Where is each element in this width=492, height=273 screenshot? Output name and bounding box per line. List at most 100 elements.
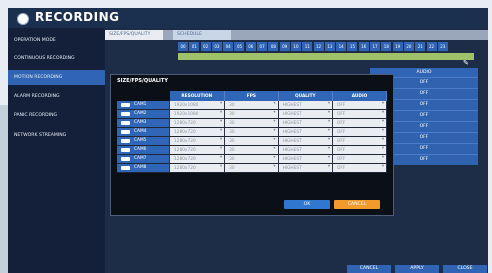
camera-cell: CAM6 <box>117 145 170 155</box>
resolution-select[interactable]: 1920x1080 ▾ <box>169 109 226 119</box>
chevron-down-icon: ▾ <box>273 164 276 169</box>
quality-select[interactable]: HIGHEST ▾ <box>278 136 334 146</box>
quality-select[interactable]: HIGHEST ▾ <box>278 101 334 110</box>
tab-schedule[interactable]: SCHEDULE <box>173 30 231 40</box>
sidebar-item-continuous-recording[interactable]: CONTINUOUS RECORDING <box>8 51 105 66</box>
fps-select[interactable]: 30 ▾ <box>224 109 279 119</box>
resolution-select[interactable]: 1920x1080 ▾ <box>169 101 226 110</box>
camera-cell: CAM4 <box>117 127 170 137</box>
audio-select[interactable]: OFF ▾ <box>332 101 387 110</box>
resolution-select[interactable]: 1280x720 ▾ <box>169 145 226 155</box>
channel-number[interactable]: 10 <box>290 42 301 51</box>
tab-size-fps-quality[interactable]: SIZE/FPS/QUALITY <box>105 30 163 40</box>
camera-icon <box>121 147 130 152</box>
channel-number[interactable]: 17 <box>370 42 381 51</box>
fps-select[interactable]: 30 ▾ <box>224 154 279 164</box>
audio-select[interactable]: OFF ▾ <box>332 163 387 173</box>
quality-select[interactable]: HIGHEST ▾ <box>278 109 334 119</box>
quality-select[interactable]: HIGHEST ▾ <box>278 127 334 137</box>
audio-value: OFF <box>337 129 346 135</box>
sidebar-item-network-streaming[interactable]: NETWORK STREAMING <box>8 128 105 143</box>
fps-header: FPS <box>224 91 279 101</box>
table-row: CAM6 1280x720 ▾ 30 ▾ HIGHEST ▾ OFF ▾ <box>117 145 387 155</box>
fps-select[interactable]: 30 ▾ <box>224 127 279 137</box>
resolution-value: 1280x720 <box>174 165 196 171</box>
fps-select[interactable]: 30 ▾ <box>224 118 279 128</box>
dialog-title: SIZE/FPS/QUALITY <box>117 78 168 84</box>
channel-number[interactable]: 20 <box>403 42 414 51</box>
sidebar-item-operation-mode[interactable]: OPERATION MODE <box>8 33 105 48</box>
channel-number[interactable]: 18 <box>381 42 392 51</box>
camera-label: CAM6 <box>134 147 147 152</box>
channel-number[interactable]: 09 <box>279 42 290 51</box>
resolution-select[interactable]: 1280x720 ▾ <box>169 118 226 128</box>
sidebar: OPERATION MODE CONTINUOUS RECORDING MOTI… <box>8 28 105 273</box>
channel-number[interactable]: 21 <box>415 42 426 51</box>
channel-number[interactable]: 13 <box>324 42 335 51</box>
audio-value: OFF <box>337 165 346 171</box>
channel-number[interactable]: 00 <box>178 42 188 51</box>
channel-number[interactable]: 22 <box>426 42 437 51</box>
audio-value: OFF <box>337 156 346 162</box>
channel-number[interactable]: 03 <box>211 42 222 51</box>
fps-value: 30 <box>229 111 235 117</box>
table-row: CAM3 1280x720 ▾ 30 ▾ HIGHEST ▾ OFF ▾ <box>117 118 387 128</box>
sidebar-item-panic-recording[interactable]: PANIC RECORDING <box>8 108 105 123</box>
fps-select[interactable]: 30 ▾ <box>224 136 279 146</box>
channel-number[interactable]: 08 <box>268 42 279 51</box>
ok-button[interactable]: OK <box>284 200 330 209</box>
audio-select[interactable]: OFF ▾ <box>332 136 387 146</box>
fps-select[interactable]: 30 ▾ <box>224 163 279 173</box>
channel-number[interactable]: 02 <box>200 42 211 51</box>
page-title: RECORDING <box>35 10 120 24</box>
channel-number[interactable]: 07 <box>257 42 268 51</box>
channel-number[interactable]: 11 <box>302 42 313 51</box>
channel-number[interactable]: 12 <box>313 42 324 51</box>
resolution-select[interactable]: 1280x720 ▾ <box>169 154 226 164</box>
quality-select[interactable]: HIGHEST ▾ <box>278 163 334 173</box>
audio-select[interactable]: OFF ▾ <box>332 118 387 128</box>
quality-value: HIGHEST <box>282 156 302 162</box>
fps-value: 30 <box>229 129 235 135</box>
channel-number[interactable]: 16 <box>358 42 369 51</box>
footer-close-button[interactable]: CLOSE <box>443 265 487 273</box>
channel-number[interactable]: 01 <box>189 42 200 51</box>
audio-value: OFF <box>337 111 346 117</box>
fps-select[interactable]: 30 ▾ <box>224 145 279 155</box>
chevron-down-icon: ▾ <box>381 128 384 133</box>
sidebar-item-motion-recording[interactable]: MOTION RECORDING <box>8 70 105 85</box>
footer-apply-button[interactable]: APPLY <box>395 265 439 273</box>
resolution-value: 1280x720 <box>174 129 196 135</box>
chevron-down-icon: ▾ <box>327 164 330 169</box>
quality-select[interactable]: HIGHEST ▾ <box>278 154 334 164</box>
channel-number[interactable]: 23 <box>437 42 448 51</box>
channel-number[interactable]: 15 <box>347 42 358 51</box>
channel-number[interactable]: 14 <box>336 42 347 51</box>
schedule-bar[interactable] <box>178 53 474 60</box>
quality-select[interactable]: HIGHEST ▾ <box>278 118 334 128</box>
quality-select[interactable]: HIGHEST ▾ <box>278 145 334 155</box>
edit-icon[interactable]: ✎ <box>463 59 472 68</box>
resolution-select[interactable]: 1280x720 ▾ <box>169 136 226 146</box>
resolution-select[interactable]: 1280x720 ▾ <box>169 163 226 173</box>
channel-number[interactable]: 04 <box>223 42 234 51</box>
resolution-value: 1280x720 <box>174 156 196 162</box>
chevron-down-icon: ▾ <box>219 155 223 160</box>
sidebar-item-alarm-recording[interactable]: ALARM RECORDING <box>8 89 105 104</box>
channel-number[interactable]: 19 <box>392 42 403 51</box>
fps-select[interactable]: 30 ▾ <box>224 101 279 110</box>
audio-select[interactable]: OFF ▾ <box>332 145 387 155</box>
table-row: CAM5 1280x720 ▾ 30 ▾ HIGHEST ▾ OFF ▾ <box>117 136 387 146</box>
channel-number[interactable]: 06 <box>245 42 256 51</box>
resolution-select[interactable]: 1280x720 ▾ <box>169 127 226 137</box>
camera-cell: CAM1 <box>117 101 170 110</box>
footer-cancel-button[interactable]: CANCEL <box>347 265 391 273</box>
chevron-down-icon: ▾ <box>273 137 276 142</box>
chevron-down-icon: ▾ <box>219 128 223 133</box>
audio-select[interactable]: OFF ▾ <box>332 154 387 164</box>
audio-select[interactable]: OFF ▾ <box>332 109 387 119</box>
audio-select[interactable]: OFF ▾ <box>332 127 387 137</box>
channel-number[interactable]: 05 <box>234 42 245 51</box>
cancel-button[interactable]: CANCEL <box>334 200 380 209</box>
camera-icon <box>121 102 130 107</box>
